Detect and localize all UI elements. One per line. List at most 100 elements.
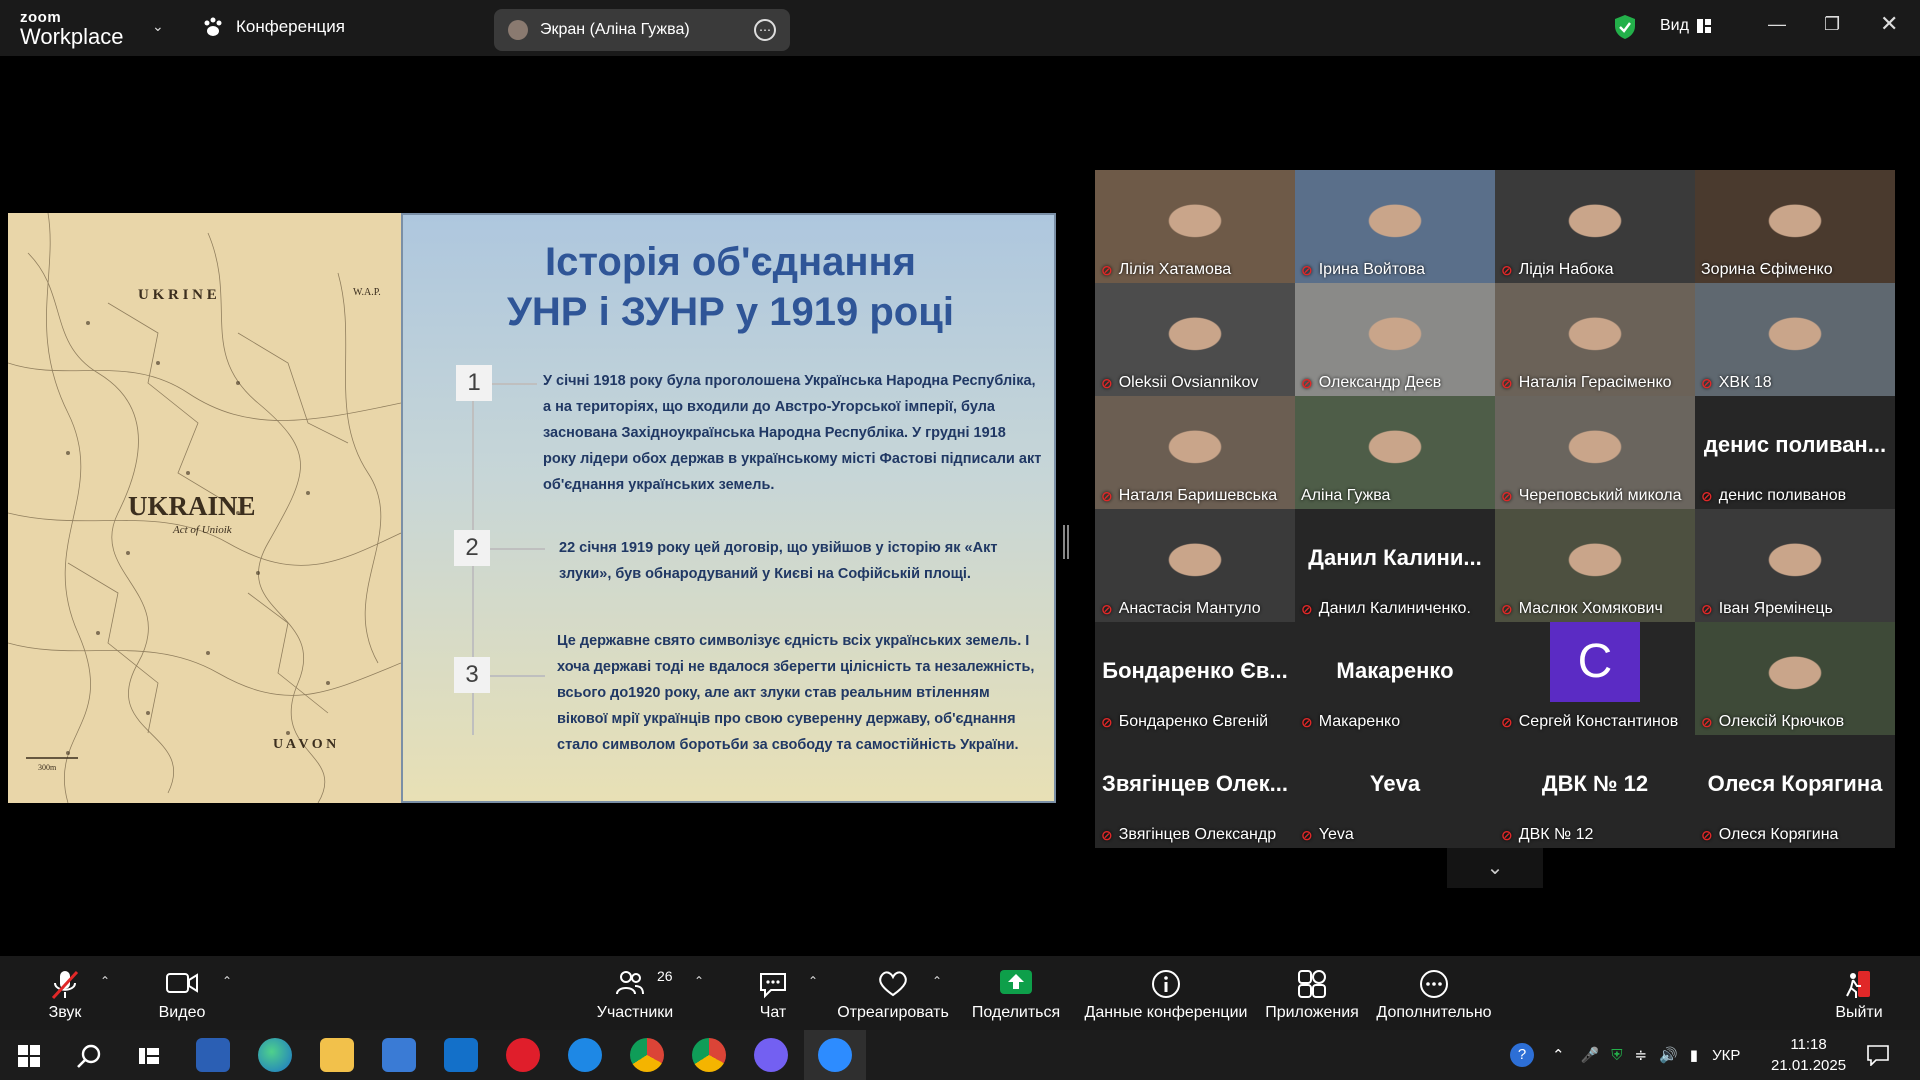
slide-content: Історія об'єднання УНР і ЗУНР у 1919 роц… [401,213,1056,803]
heart-icon [879,971,907,997]
conference-button[interactable]: Конференция [202,16,345,38]
resize-handle[interactable] [1063,525,1069,559]
wifi-icon[interactable]: ≑ [1635,1046,1648,1064]
participant-name: Oleksii Ovsiannikov [1118,374,1259,391]
close-icon[interactable]: ✕ [1880,11,1898,37]
shield-check-icon[interactable] [1614,14,1636,40]
microphone-icon[interactable]: 🎤 [1581,1046,1600,1064]
participant-tile[interactable]: Олеся Корягина ⊘ Олеся Корягина [1695,735,1895,848]
shield-tray-icon[interactable]: ⛨ [1611,1047,1622,1064]
participant-label: ⊘ Oleksii Ovsiannikov [1101,374,1258,392]
apps-button[interactable]: Приложения [1264,956,1360,1030]
participant-label: ⊘ Іван Яремінець [1701,600,1833,618]
store-icon[interactable] [382,1038,416,1072]
audio-button[interactable]: Звук [40,956,90,1030]
view-button[interactable]: Вид [1660,17,1711,35]
participant-tile[interactable]: ⊘ Лілія Хатамова [1095,170,1295,283]
participant-name: Олексій Крючков [1718,713,1845,730]
more-button[interactable]: Дополнительно [1376,956,1492,1030]
participant-tile[interactable]: ⊘ Анастасія Мантуло [1095,509,1295,622]
participant-label: Зорина Єфіменко [1701,261,1833,279]
battery-icon[interactable]: ▮ [1690,1046,1698,1064]
zoom-logo: zoom Workplace [20,9,124,49]
language-indicator[interactable]: УКР [1712,1047,1740,1064]
file-explorer-icon[interactable] [320,1038,354,1072]
participant-tile[interactable]: ⊘ Наталія Герасіменко [1495,283,1695,396]
audio-options-caret[interactable]: ⌃ [100,974,110,988]
search-icon[interactable] [76,1043,102,1069]
chat-label: Чат [759,1004,787,1021]
leave-button[interactable]: Выйти [1835,956,1883,1030]
clock[interactable]: 11:18 21.01.2025 [1771,1034,1846,1076]
participant-label: ⊘ Олексій Крючков [1701,713,1844,731]
participant-label: ⊘ ХВК 18 [1701,374,1772,392]
chat-button[interactable]: Чат [755,956,791,1030]
participant-name: Лідія Набока [1518,261,1614,278]
share-button[interactable]: Поделиться [970,956,1062,1030]
participant-tile[interactable]: денис поливан... ⊘ денис поливанов [1695,396,1895,509]
video-button[interactable]: Видео [155,956,209,1030]
opera-icon[interactable] [506,1038,540,1072]
participant-tile[interactable]: Макаренко ⊘ Макаренко [1295,622,1495,735]
participant-tile[interactable]: ДВК № 12 ⊘ ДВК № 12 [1495,735,1695,848]
participant-tile[interactable]: Аліна Гужва [1295,396,1495,509]
participant-tile[interactable]: ⊘ Олексій Крючков [1695,622,1895,735]
participant-tile[interactable]: Звягінцев Олек... ⊘ Звягінцев Олександр [1095,735,1295,848]
participant-tile[interactable]: ⊘ Наталя Баришевська [1095,396,1295,509]
minimize-icon[interactable]: — [1768,14,1786,35]
chevron-down-icon[interactable]: ⌄ [152,18,164,35]
teamviewer-icon[interactable] [568,1038,602,1072]
participant-name-placeholder: Бондаренко Єв... [1102,658,1288,683]
participants-options-caret[interactable]: ⌃ [694,974,704,988]
participant-label: ⊘ Наталя Баришевська [1101,487,1277,505]
participant-tile[interactable]: ⊘ Олександр Деєв [1295,283,1495,396]
save-app-icon[interactable] [196,1038,230,1072]
viber-icon[interactable] [754,1038,788,1072]
participant-label: ⊘ Макаренко [1301,713,1400,731]
participant-tile[interactable]: C ⊘ Сергей Константинов [1495,622,1695,735]
windows-start-icon[interactable] [18,1045,40,1067]
participant-tile[interactable]: ⊘ Іван Яремінець [1695,509,1895,622]
notifications-icon[interactable] [1866,1044,1890,1066]
participant-name: Іван Яремінець [1718,600,1833,617]
participant-tile[interactable]: ⊘ Лідія Набока [1495,170,1695,283]
participant-tile[interactable]: ⊘ Ірина Войтова [1295,170,1495,283]
participant-label: ⊘ Ірина Войтова [1301,261,1425,279]
chevron-up-icon[interactable]: ⌃ [1552,1046,1565,1064]
screen-share-indicator[interactable]: Экран (Аліна Гужва) ⋯ [494,9,790,51]
react-options-caret[interactable]: ⌃ [932,974,942,988]
restore-icon[interactable]: ❐ [1824,14,1840,35]
grid-icon [1696,19,1711,33]
microphone-muted-icon: ⊘ [1101,713,1113,730]
participant-tile[interactable]: ⊘ Oleksii Ovsiannikov [1095,283,1295,396]
microphone-muted-icon: ⊘ [1701,600,1713,617]
participants-button[interactable]: 26 Участники [595,956,675,1030]
participant-tile[interactable]: ⊘ ХВК 18 [1695,283,1895,396]
participant-gallery: ⊘ Лілія Хатамова ⊘ Ірина Войтова ⊘ Лідія Набо… [1095,170,1895,848]
task-view-icon[interactable] [138,1045,160,1067]
participant-tile[interactable]: Зорина Єфіменко [1695,170,1895,283]
zoom-app-icon[interactable] [818,1038,852,1072]
clock-time: 11:18 [1790,1036,1827,1053]
participant-name: Макаренко [1318,713,1401,730]
outlook-icon[interactable] [444,1038,478,1072]
video-options-caret[interactable]: ⌃ [222,974,232,988]
participant-tile[interactable]: ⊘ Череповський микола [1495,396,1695,509]
speaker-icon[interactable]: 🔊 [1659,1046,1678,1064]
participant-name: Наталія Герасіменко [1518,374,1672,391]
meeting-info-button[interactable]: Данные конференции [1084,956,1248,1030]
chat-options-caret[interactable]: ⌃ [808,974,818,988]
more-icon[interactable]: ⋯ [754,19,776,41]
participant-tile[interactable]: Бондаренко Єв... ⊘ Бондаренко Євгеній [1095,622,1295,735]
participant-name: Бондаренко Євгеній [1118,713,1269,730]
gallery-scroll-down-button[interactable]: ⌄ [1447,848,1543,888]
participant-tile[interactable]: Yeva ⊘ Yeva [1295,735,1495,848]
chrome-icon[interactable] [630,1038,664,1072]
participant-tile[interactable]: Данил Калини... ⊘ Данил Калиниченко. [1295,509,1495,622]
edge-browser-icon[interactable] [258,1038,292,1072]
meeting-info-label: Данные конференции [1084,1004,1248,1021]
help-icon[interactable]: ? [1510,1043,1534,1067]
chrome-profile-icon[interactable] [692,1038,726,1072]
participant-tile[interactable]: ⊘ Маслюк Хомякович [1495,509,1695,622]
react-button[interactable]: Отреагировать [837,956,949,1030]
